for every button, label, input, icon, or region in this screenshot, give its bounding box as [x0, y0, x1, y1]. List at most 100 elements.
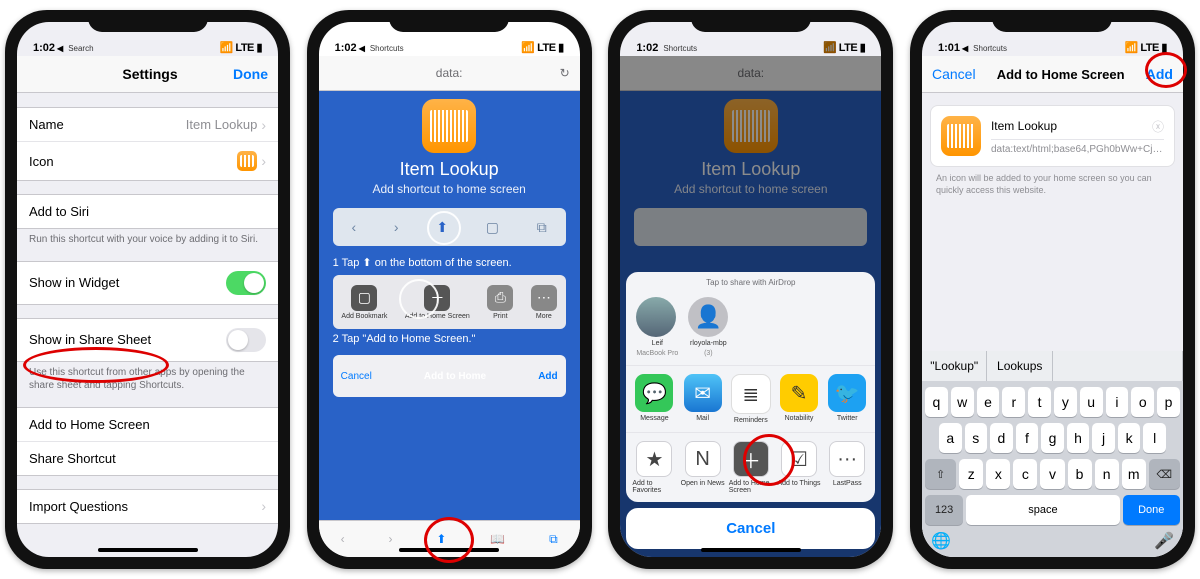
key-d[interactable]: d [990, 423, 1013, 453]
key-k[interactable]: k [1118, 423, 1141, 453]
globe-icon[interactable]: 🌐 [931, 531, 951, 551]
breadcrumb-back-icon[interactable]: ◀ [359, 44, 365, 53]
key-done[interactable]: Done [1123, 495, 1180, 525]
import-questions-row[interactable]: Import Questions › [17, 489, 278, 524]
airdrop-title: Tap to share with AirDrop [626, 272, 875, 293]
key-row: ⇧ z x c v b n m ⌫ [925, 459, 1180, 489]
cancel-button[interactable]: Cancel [626, 508, 875, 549]
key-x[interactable]: x [986, 459, 1010, 489]
breadcrumb-back[interactable]: Shortcuts [973, 44, 1007, 53]
more-icon: ··· [829, 441, 865, 477]
widget-toggle[interactable] [226, 271, 266, 295]
breadcrumb-back[interactable]: Search [68, 44, 93, 53]
key-q[interactable]: q [925, 387, 948, 417]
key-g[interactable]: g [1041, 423, 1064, 453]
share-app-mail[interactable]: ✉︎Mail [681, 374, 725, 424]
share-app-notability[interactable]: ✎Notability [777, 374, 821, 424]
cancel-button[interactable]: Cancel [932, 66, 976, 82]
siri-footer: Run this shortcut with your voice by add… [17, 228, 278, 255]
share-app-reminders[interactable]: ≣Reminders [729, 374, 773, 424]
airdrop-target[interactable]: 👤rloyola-mbp(3) [688, 297, 728, 357]
airdrop-row: LeifMacBook Pro 👤rloyola-mbp(3) [626, 293, 875, 365]
url-text: data:text/html;base64,PGh0bWw+Cjx... [991, 144, 1164, 155]
key-123[interactable]: 123 [925, 495, 963, 525]
key-space[interactable]: space [966, 495, 1119, 525]
share-button[interactable]: ⬆︎ [436, 532, 446, 546]
airdrop-target[interactable]: LeifMacBook Pro [636, 297, 678, 357]
key-t[interactable]: t [1028, 387, 1051, 417]
action-lastpass[interactable]: ···LastPass [825, 441, 869, 494]
status-right: 📶 LTE ▮ [220, 41, 262, 54]
key-u[interactable]: u [1080, 387, 1103, 417]
home-indicator[interactable] [399, 548, 499, 552]
key-l[interactable]: l [1143, 423, 1166, 453]
action-things[interactable]: ☑︎Add to Things [777, 441, 821, 494]
share-sheet-toggle[interactable] [226, 328, 266, 352]
url-text: data: [436, 66, 463, 80]
key-j[interactable]: j [1092, 423, 1115, 453]
share-app-twitter[interactable]: 🐦Twitter [825, 374, 869, 424]
reload-icon[interactable]: ↻ [560, 66, 570, 80]
avatar-icon: 👤 [688, 297, 728, 337]
key-f[interactable]: f [1016, 423, 1039, 453]
phone-settings: 1:02 ◀ Search 📶 LTE ▮ Settings Done Name… [5, 10, 290, 569]
add-to-siri-row[interactable]: Add to Siri [17, 194, 278, 229]
name-row[interactable]: Name Item Lookup› [17, 107, 278, 142]
key-b[interactable]: b [1068, 459, 1092, 489]
breadcrumb-back[interactable]: Shortcuts [370, 44, 404, 53]
add-button[interactable]: Add [1146, 66, 1173, 82]
key-n[interactable]: n [1095, 459, 1119, 489]
key-i[interactable]: i [1106, 387, 1129, 417]
key-backspace[interactable]: ⌫ [1149, 459, 1180, 489]
status-right: 📶 LTE ▮ [521, 41, 563, 54]
share-shortcut-row[interactable]: Share Shortcut [17, 441, 278, 476]
key-w[interactable]: w [951, 387, 974, 417]
status-time: 1:02 [33, 42, 55, 54]
done-button[interactable]: Done [233, 66, 268, 82]
home-indicator[interactable] [701, 548, 801, 552]
shortcut-icon [422, 99, 476, 153]
key-r[interactable]: r [1002, 387, 1025, 417]
show-in-widget-row[interactable]: Show in Widget [17, 261, 278, 305]
print-icon: ⎙ [487, 285, 513, 311]
name-input[interactable]: Item Lookup [991, 117, 1057, 135]
breadcrumb-back-icon[interactable]: ◀ [962, 44, 968, 53]
tabs-button[interactable]: ⧉ [549, 532, 558, 547]
suggestion[interactable]: Lookups [987, 351, 1053, 381]
home-indicator[interactable] [98, 548, 198, 552]
back-button[interactable]: ‹ [341, 532, 345, 546]
key-o[interactable]: o [1131, 387, 1154, 417]
forward-button[interactable]: › [388, 532, 392, 546]
key-z[interactable]: z [959, 459, 983, 489]
breadcrumb-back-icon[interactable]: ◀ [57, 44, 63, 53]
share-app-message[interactable]: 💬Message [632, 374, 676, 424]
key-e[interactable]: e [977, 387, 1000, 417]
key-y[interactable]: y [1054, 387, 1077, 417]
key-c[interactable]: c [1013, 459, 1037, 489]
suggestion[interactable]: "Lookup" [922, 351, 988, 381]
key-p[interactable]: p [1157, 387, 1180, 417]
bookmarks-button[interactable]: 📖 [490, 532, 505, 546]
nav-bar: Settings Done [17, 56, 278, 93]
key-v[interactable]: v [1040, 459, 1064, 489]
key-s[interactable]: s [965, 423, 988, 453]
key-shift[interactable]: ⇧ [925, 459, 956, 489]
bookmarks-icon: ▢ [486, 219, 499, 236]
add-to-home-screen-row[interactable]: Add to Home Screen [17, 407, 278, 442]
key-a[interactable]: a [939, 423, 962, 453]
mic-icon[interactable]: 🎤 [1154, 531, 1174, 551]
settings-content: Name Item Lookup› Icon › Add to Siri Run… [17, 93, 278, 557]
show-in-share-sheet-row[interactable]: Show in Share Sheet [17, 318, 278, 362]
notch [88, 10, 208, 32]
nav-bar: Cancel Add to Home Screen Add [922, 56, 1183, 93]
key-m[interactable]: m [1122, 459, 1146, 489]
url-bar[interactable]: data: ↻ [319, 56, 580, 91]
action-favorites[interactable]: ★Add to Favorites [632, 441, 676, 494]
clear-icon[interactable]: ⓧ [1152, 118, 1164, 135]
status-time: 1:01 [938, 42, 960, 54]
key-h[interactable]: h [1067, 423, 1090, 453]
action-add-home[interactable]: ＋Add to Home Screen [729, 441, 773, 494]
action-news[interactable]: NOpen in News [681, 441, 725, 494]
icon-row[interactable]: Icon › [17, 141, 278, 181]
news-icon: N [685, 441, 721, 477]
